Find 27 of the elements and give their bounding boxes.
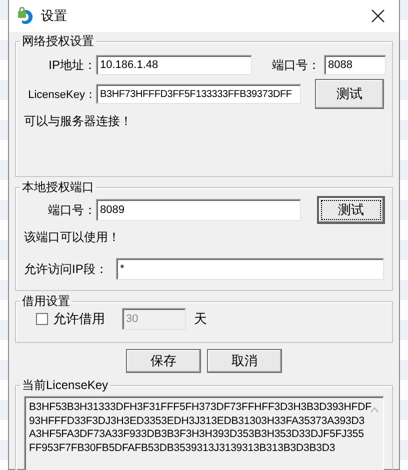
allow-borrow-checkbox[interactable] [36, 313, 48, 325]
connection-status: 可以与服务器连接！ [24, 112, 133, 130]
test-button[interactable]: 测试 [317, 196, 385, 224]
group-title: 当前LicenseKey [21, 377, 110, 394]
close-icon[interactable] [371, 9, 385, 23]
group-title: 网络授权设置 [21, 33, 95, 50]
ip-range-field[interactable]: * [116, 258, 384, 280]
port-label: 端口号： [271, 56, 320, 74]
license-key-label: LicenseKey： [27, 88, 96, 102]
ip-field[interactable]: 10.186.1.48 [96, 55, 252, 75]
ip-label: IP地址： [48, 56, 96, 74]
port-field[interactable]: 8088 [324, 55, 386, 75]
license-key-textarea[interactable]: B3HF53B3H31333DFH3F31FFF5FH373DF73FFHFF3D3H3B3D393HFDF 93HFFFD33F3DJ3H3ED3353EDH3J313EDB31303H33FA35373A393D3 A3HF5FA3DF73A33F933DB3B3F3H3H393D353B3H353D33DJF5FJ355 FF953F7FB30FB5DFAFB53DB3539313J3139313B313B3D3B3D3 [24, 396, 384, 470]
test-button[interactable]: 测试 [315, 79, 384, 109]
ip-range-label: 允许访问IP段： [24, 260, 108, 278]
days-unit: 天 [194, 310, 207, 328]
dialog-button[interactable]: 保存 [126, 349, 201, 373]
app-icon [17, 7, 33, 25]
group-title: 本地授权端口 [21, 179, 95, 196]
port-field[interactable]: 8089 [96, 199, 301, 221]
group-title: 借用设置 [21, 293, 71, 310]
license-key-field[interactable]: B3HF73HFFFD3FF5F133333FFB39373DFF [96, 84, 301, 104]
dialog-button[interactable]: 取消 [207, 349, 282, 373]
allow-borrow-label: 允许借用 [53, 310, 106, 328]
port-label: 端口号： [47, 202, 96, 218]
window-title: 设置 [41, 7, 68, 25]
port-status: 该端口可以使用！ [24, 228, 121, 246]
